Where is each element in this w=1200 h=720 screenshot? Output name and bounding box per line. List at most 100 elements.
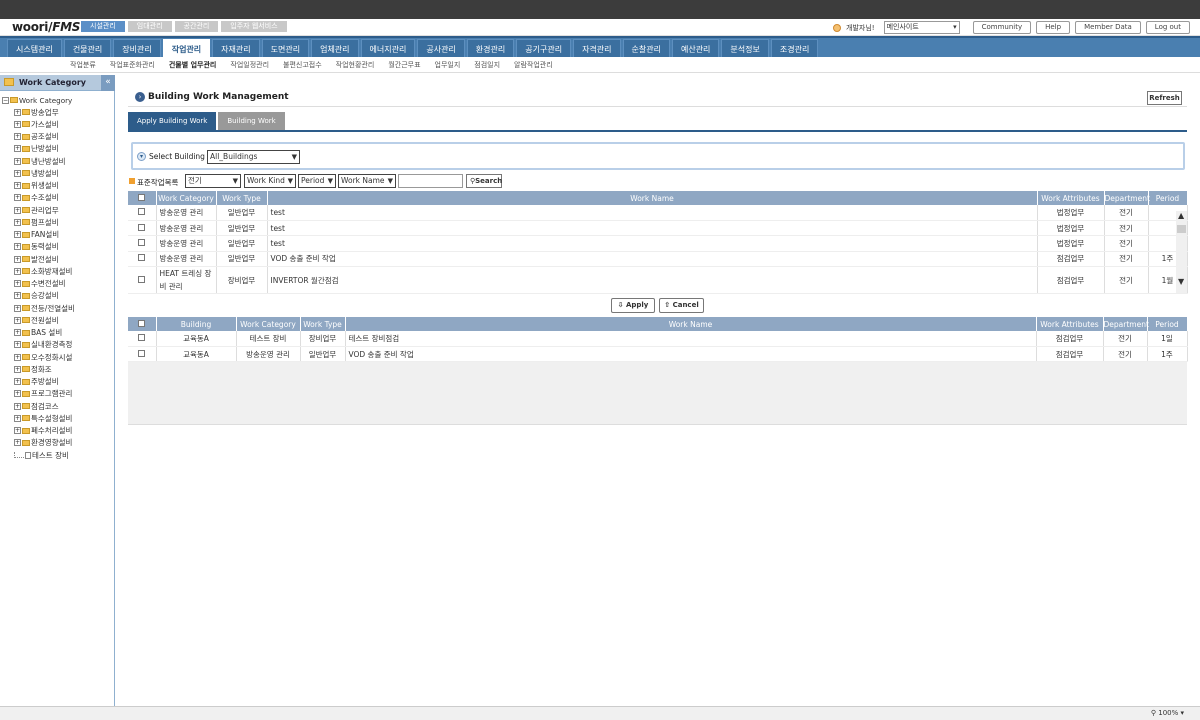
cancel-button[interactable]: ⇧ Cancel [659,298,704,313]
sub-nav-item[interactable]: 작업현황관리 [336,60,375,70]
main-nav-item[interactable]: 에너지관리 [360,39,416,58]
plus-icon[interactable]: + [14,182,21,190]
col-header[interactable]: Department [1103,317,1149,331]
building-select[interactable]: All_Buildings ▼ [207,150,300,164]
plus-icon[interactable]: + [14,145,21,153]
community-button[interactable]: Community [972,21,1032,34]
tree-item[interactable]: + 위생설비 [2,180,75,192]
table-row[interactable]: 교육동A 방송운영 관리 일반업무 VOD 송출 준비 작업 점검업무 전기 1주 [128,346,1188,363]
table-row[interactable]: HEAT 트레싱 장비 관리 장비업무 INVERTOR 월간점검 점검업무 전기 1월 [128,266,1188,295]
table-row[interactable]: 방송운영 관리 일반업무 test 법정업무 전기 [128,235,1188,252]
plus-icon[interactable]: + [14,439,21,447]
tree-item[interactable]: + 점검코스 [2,400,75,412]
chevron-down-icon[interactable]: ▾ [137,152,146,161]
plus-icon[interactable]: + [14,157,21,165]
tree-item[interactable]: + FAN설비 [2,229,75,241]
system-tab-space[interactable]: 공간관리 [174,21,219,32]
sub-nav-item[interactable]: 점검일지 [474,60,500,70]
sub-nav-item[interactable]: 불편신고접수 [283,60,322,70]
tree-item[interactable]: + BAS 설비 [2,327,75,339]
tree-item[interactable]: + 실내환경측정 [2,339,75,351]
logout-button[interactable]: Log out [1145,21,1190,34]
sub-nav-item[interactable]: 업무일지 [435,60,461,70]
system-tab-facility[interactable]: 시설관리 [81,21,125,32]
tree-item[interactable]: + 소화방재설비 [2,265,75,277]
main-nav-item[interactable]: 장비관리 [113,39,161,58]
select-all-checkbox[interactable] [138,319,146,327]
plus-icon[interactable]: + [14,218,21,226]
main-nav-item[interactable]: 예산관리 [671,39,720,58]
refresh-button[interactable]: Refresh [1147,91,1182,105]
chevron-up-icon[interactable]: ▲ [1178,211,1184,220]
plus-icon[interactable]: + [14,414,21,422]
plus-icon[interactable]: + [14,329,21,337]
plus-icon[interactable]: + [14,267,21,275]
plus-icon[interactable]: + [14,120,21,128]
col-header[interactable]: Building [156,317,237,331]
tree-item[interactable]: + 주방설비 [2,376,75,388]
col-header[interactable]: Period [1148,191,1188,205]
main-nav-item[interactable]: 분석정보 [721,39,769,58]
system-tab-tenant[interactable]: 입주자 웹서비스 [221,21,287,32]
main-nav-item[interactable]: 도면관리 [261,39,310,58]
period-select[interactable]: Period ▼ [298,174,336,188]
tree-item[interactable]: + 승강설비 [2,290,75,302]
scroll-thumb[interactable] [1177,225,1186,233]
main-nav-item[interactable]: 공기구관리 [516,39,572,58]
main-nav-item[interactable]: 자격관리 [573,39,621,58]
site-select[interactable]: 메인사이트 ▾ [883,21,960,34]
main-nav-item[interactable]: 자재관리 [212,39,260,58]
plus-icon[interactable]: + [14,292,21,300]
plus-icon[interactable]: + [14,304,21,312]
row-checkbox[interactable] [138,349,146,357]
tree-item[interactable]: + 공조설비 [2,131,75,143]
row-checkbox[interactable] [138,254,146,262]
collapse-icon[interactable]: « [101,75,115,91]
help-button[interactable]: Help [1036,21,1071,34]
tab-building-work[interactable]: Building Work [218,112,285,130]
plus-icon[interactable]: + [14,365,21,373]
work-kind-select[interactable]: Work Kind ▼ [244,174,296,188]
tree-leaf[interactable]: 테스트 장비 [2,449,75,461]
tree-item[interactable]: + 수변전설비 [2,278,75,290]
app-logo[interactable]: woori/FMS [12,20,80,34]
table-row[interactable]: 방송운영 관리 일반업무 test 법정업무 전기 [128,205,1188,221]
plus-icon[interactable]: + [14,316,21,324]
tab-apply-building-work[interactable]: Apply Building Work [128,112,217,130]
tree-item[interactable]: + 폐수처리설비 [2,425,75,437]
tree-item[interactable]: + 동력설비 [2,241,75,253]
plus-icon[interactable]: + [14,194,21,202]
main-nav-item[interactable]: 시스템관리 [7,39,62,58]
plus-icon[interactable]: + [14,280,21,288]
work-name-select[interactable]: Work Name ▼ [338,174,396,188]
row-checkbox[interactable] [138,238,146,246]
sub-nav-item[interactable]: 작업표준화관리 [110,60,155,70]
tree-item[interactable]: + 전원설비 [2,314,75,326]
tree-item[interactable]: + 관리업무 [2,204,75,216]
col-header[interactable]: Work Attributes [1036,317,1104,331]
sub-nav-item[interactable]: 월간근무표 [388,60,420,70]
plus-icon[interactable]: + [14,427,21,435]
plus-icon[interactable]: + [14,341,21,349]
col-header[interactable]: Work Name [267,191,1038,205]
main-nav-item[interactable]: 공사관리 [417,39,465,58]
plus-icon[interactable]: + [14,231,21,239]
row-checkbox[interactable] [138,275,146,283]
table-row[interactable]: 방송운영 관리 일반업무 test 법정업무 전기 [128,220,1188,237]
col-header[interactable]: Work Name [345,317,1037,331]
plus-icon[interactable]: + [14,255,21,263]
sub-nav-item[interactable]: 건물별 업무관리 [169,60,217,70]
main-nav-item[interactable]: 조경관리 [770,39,819,58]
main-nav-item[interactable]: 작업관리 [162,39,211,58]
col-header[interactable]: Department [1104,191,1150,205]
col-header[interactable]: Work Attributes [1037,191,1105,205]
col-header[interactable]: Work Category [236,317,301,331]
main-nav-item[interactable]: 건물관리 [63,39,112,58]
upper-table-scrollbar[interactable]: ▲ ▼ [1176,211,1187,293]
table-row[interactable]: 방송운영 관리 일반업무 VOD 송출 준비 작업 점검업무 전기 1주 [128,251,1188,268]
plus-icon[interactable]: + [14,169,21,177]
tree-item[interactable]: + 오수정화시설 [2,351,75,363]
plus-icon[interactable]: + [14,243,21,251]
plus-icon[interactable]: + [14,108,21,116]
col-header[interactable]: Work Category [156,191,217,205]
